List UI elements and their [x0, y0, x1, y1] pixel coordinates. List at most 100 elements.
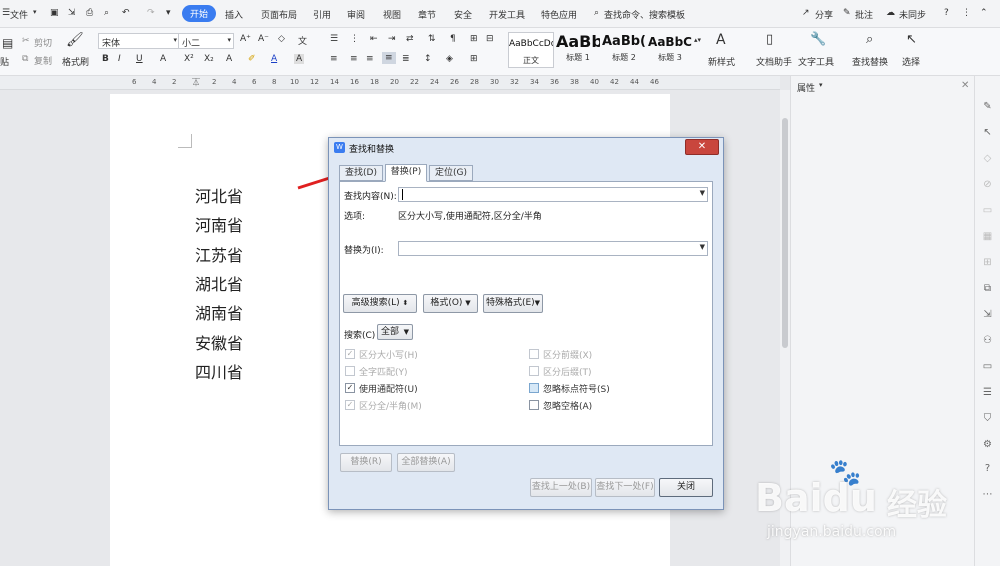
ignore-spaces-checkbox[interactable]: [529, 400, 539, 410]
superscript-icon[interactable]: X²: [184, 54, 194, 64]
use-wildcards-checkbox[interactable]: ✓: [345, 383, 355, 393]
show-marks-icon[interactable]: ¶: [450, 34, 456, 44]
shading-icon[interactable]: ◈: [446, 54, 453, 64]
chinese-layout-icon[interactable]: ⇄: [406, 34, 414, 44]
more-options-icon[interactable]: ⋮: [962, 8, 971, 18]
sync-status[interactable]: 未同步: [899, 8, 926, 21]
export-icon[interactable]: ⇲: [981, 308, 994, 321]
tab-security[interactable]: 安全: [454, 8, 472, 21]
text-effect-icon[interactable]: A: [226, 54, 232, 64]
image-icon[interactable]: ▭: [981, 204, 994, 217]
paste-button[interactable]: 贴: [0, 55, 9, 68]
bullets-icon[interactable]: ☰: [330, 34, 338, 44]
style-normal[interactable]: AaBbCcDd 正文: [508, 32, 554, 68]
find-next-button[interactable]: 查找下一处(F): [595, 478, 655, 497]
tab-insert[interactable]: 插入: [225, 8, 243, 21]
tab-page-layout[interactable]: 页面布局: [261, 8, 297, 21]
notes-icon[interactable]: ☰: [981, 386, 994, 399]
document-line[interactable]: 河北省: [195, 183, 243, 207]
shrink-font-icon[interactable]: A⁻: [258, 34, 269, 44]
font-color-icon[interactable]: A: [271, 54, 277, 64]
justify-icon[interactable]: ≡: [382, 52, 396, 64]
doc-icon[interactable]: ⧉: [981, 282, 994, 295]
document-line[interactable]: 江苏省: [195, 242, 243, 266]
match-case-checkbox[interactable]: ✓: [345, 349, 355, 359]
distributed-icon[interactable]: ≣: [402, 54, 410, 64]
copy-button[interactable]: 复制: [34, 54, 52, 67]
decrease-indent-icon[interactable]: ⇤: [370, 34, 378, 44]
advanced-search-button[interactable]: 高级搜索(L) ⬍: [343, 294, 417, 313]
chart-icon[interactable]: ▦: [981, 230, 994, 243]
select-button[interactable]: 选择: [902, 55, 920, 68]
sort-icon[interactable]: ⇅: [428, 34, 436, 44]
tab-find[interactable]: 查找(D): [339, 165, 383, 181]
search-scope-select[interactable]: 全部 ▼: [377, 324, 413, 340]
find-input[interactable]: ▼: [398, 187, 708, 202]
dialog-title-bar[interactable]: W 查找和替换 ✕: [329, 138, 723, 158]
search-icon[interactable]: ⌕: [866, 32, 873, 47]
pen-icon[interactable]: ✎: [981, 100, 994, 113]
line-spacing-icon[interactable]: ↕: [424, 54, 432, 64]
collapse-icon[interactable]: ⌃: [980, 8, 988, 18]
cursor-icon[interactable]: ↖: [981, 126, 994, 139]
table-icon[interactable]: ⊞: [981, 256, 994, 269]
match-width-checkbox[interactable]: ✓: [345, 400, 355, 410]
close-dialog-button[interactable]: 关闭: [659, 478, 713, 497]
tab-goto[interactable]: 定位(G): [429, 165, 473, 181]
strikethrough-icon[interactable]: A: [160, 54, 166, 64]
cursor-icon[interactable]: ↖: [906, 32, 917, 47]
phonetic-icon[interactable]: 文: [298, 34, 307, 47]
undo-icon[interactable]: ↶: [122, 8, 130, 18]
replace-input[interactable]: ▼: [398, 241, 708, 256]
tab-view[interactable]: 视图: [383, 8, 401, 21]
preview-icon[interactable]: ⌕: [104, 8, 109, 18]
wrench-icon[interactable]: 🔧: [810, 32, 826, 47]
box-icon[interactable]: ▭: [981, 360, 994, 373]
more-icon[interactable]: ▾: [166, 8, 171, 18]
collab-icon[interactable]: ⚇: [981, 334, 994, 347]
document-line[interactable]: 河南省: [195, 212, 243, 236]
new-style-button[interactable]: 新样式: [708, 55, 735, 68]
scroll-thumb[interactable]: [782, 118, 788, 348]
styles-scroll-icon[interactable]: ▴▾: [694, 36, 701, 44]
command-search[interactable]: 查找命令、搜索模板: [604, 8, 685, 21]
tab-sections[interactable]: 章节: [418, 8, 436, 21]
print-icon[interactable]: ⎙: [86, 8, 93, 18]
file-menu[interactable]: 文件: [10, 8, 28, 21]
match-suffix-checkbox[interactable]: [529, 366, 539, 376]
chevron-down-icon[interactable]: ▼: [700, 189, 705, 197]
menu-icon[interactable]: ☰: [2, 8, 10, 18]
doc-assistant-button[interactable]: 文档助手: [756, 55, 792, 68]
style-heading-3[interactable]: AaBbC 标题 3: [648, 32, 692, 68]
redo-icon[interactable]: ↷: [147, 8, 155, 18]
tab-review[interactable]: 审阅: [347, 8, 365, 21]
format-painter-icon[interactable]: 🖌: [66, 32, 84, 48]
replace-button[interactable]: 替换(R): [340, 453, 392, 472]
table-icon[interactable]: ⊟: [486, 34, 494, 44]
horizontal-ruler[interactable]: 6 4 2 2 4 6 8 10 12 14 16 18 20 22 24 26…: [0, 76, 780, 90]
chevron-down-icon[interactable]: ▾: [33, 8, 37, 16]
align-center-icon[interactable]: ≡: [350, 54, 358, 64]
match-prefix-checkbox[interactable]: [529, 349, 539, 359]
numbering-icon[interactable]: ⋮: [350, 34, 359, 44]
paste-icon[interactable]: ▤: [2, 36, 13, 50]
tab-replace[interactable]: 替换(P): [385, 164, 427, 182]
grow-font-icon[interactable]: A⁺: [240, 34, 251, 44]
close-icon[interactable]: ✕: [961, 80, 969, 91]
find-previous-button[interactable]: 查找上一处(B): [530, 478, 592, 497]
replace-all-button[interactable]: 全部替换(A): [397, 453, 455, 472]
new-style-icon[interactable]: A: [716, 32, 726, 48]
tab-start[interactable]: 开始: [182, 5, 217, 22]
align-right-icon[interactable]: ≡: [366, 54, 374, 64]
document-line[interactable]: 湖南省: [195, 300, 243, 324]
link-icon[interactable]: ⊘: [981, 178, 994, 191]
border-icon[interactable]: ⊞: [470, 54, 478, 64]
subscript-icon[interactable]: X₂: [204, 54, 214, 64]
underline-icon[interactable]: U: [136, 54, 143, 64]
tab-special-apps[interactable]: 特色应用: [541, 8, 577, 21]
dialog-close-button[interactable]: ✕: [685, 139, 719, 155]
increase-indent-icon[interactable]: ⇥: [388, 34, 396, 44]
tab-developer[interactable]: 开发工具: [489, 8, 525, 21]
clear-format-icon[interactable]: ◇: [278, 34, 285, 44]
gear-icon[interactable]: ⚙: [981, 438, 994, 451]
